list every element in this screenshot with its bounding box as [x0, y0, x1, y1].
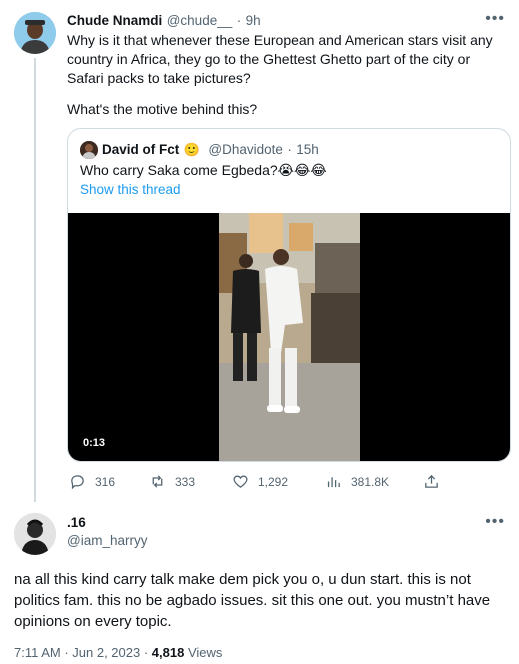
- retweet-button[interactable]: 333: [149, 473, 195, 490]
- quoted-author-handle: @Dhavidote: [208, 142, 283, 157]
- main-tweet-text: Why is it that whenever these European a…: [67, 32, 493, 86]
- reply-count: 316: [95, 474, 116, 489]
- quoted-tweet-card[interactable]: David of Fct 🙂 @Dhavidote · 15h Who carr…: [67, 128, 511, 462]
- main-tweet-time[interactable]: 9h: [246, 13, 261, 28]
- reply-views-label: Views: [187, 645, 223, 660]
- main-author-handle[interactable]: @chude__: [167, 13, 233, 28]
- video-player[interactable]: 0:13: [68, 213, 510, 461]
- heart-icon: [233, 475, 248, 488]
- reply-tweet-text: na all this kind carry talk make dem pic…: [14, 571, 491, 630]
- reply-avatar-image: [14, 513, 56, 555]
- reply-author-handle[interactable]: @iam_harryy: [67, 533, 147, 548]
- quoted-tweet-time: 15h: [296, 142, 319, 157]
- quoted-author-name: David of Fct: [102, 142, 180, 157]
- quoted-author-emoji: 🙂: [183, 142, 200, 157]
- reply-meta: 7:11 AM · Jun 2, 2023 · 4,818 Views: [14, 645, 222, 660]
- share-button[interactable]: [423, 473, 440, 490]
- show-thread-link[interactable]: Show this thread: [80, 182, 181, 197]
- retweet-count: 333: [175, 474, 196, 489]
- reply-header: .16 @iam_harryy: [67, 515, 147, 548]
- views-count: 381.8K: [351, 474, 390, 489]
- david-avatar: [80, 141, 98, 159]
- reply-author-avatar[interactable]: [14, 513, 56, 555]
- reply-more-button[interactable]: •••: [485, 514, 505, 530]
- more-dots-icon: •••: [485, 513, 505, 530]
- chude-avatar[interactable]: [14, 12, 56, 54]
- david-avatar-image: [80, 141, 98, 159]
- more-dots-icon: •••: [485, 10, 505, 27]
- like-button[interactable]: 1,292: [232, 473, 288, 490]
- main-tweet-header: Chude Nnamdi @chude__ · 9h: [67, 12, 261, 30]
- main-author-name[interactable]: Chude Nnamdi: [67, 13, 162, 28]
- like-count: 1,292: [258, 474, 289, 489]
- share-icon: [425, 474, 438, 488]
- views-button[interactable]: 381.8K: [325, 473, 389, 490]
- video-frame: [219, 213, 360, 461]
- reply-views-count: 4,818: [151, 645, 185, 660]
- header-separator: ·: [236, 13, 242, 28]
- quoted-separator: ·: [287, 142, 292, 157]
- quoted-tweet-text: Who carry Saka come Egbeda?😭😂😂: [80, 162, 327, 178]
- analytics-icon: [327, 477, 340, 488]
- retweet-icon: [152, 475, 163, 488]
- video-duration: 0:13: [78, 435, 111, 451]
- chude-avatar-image: [14, 12, 56, 54]
- main-more-button[interactable]: •••: [485, 11, 505, 27]
- quoted-header: David of Fct 🙂 @Dhavidote · 15h: [102, 141, 319, 159]
- reply-button[interactable]: 316: [69, 473, 115, 490]
- thread-line: [34, 58, 36, 502]
- reply-timestamp[interactable]: 7:11 AM · Jun 2, 2023 ·: [14, 645, 148, 660]
- reply-icon: [71, 475, 84, 490]
- reply-author-name[interactable]: .16: [67, 515, 147, 530]
- main-tweet-text-2: What's the motive behind this?: [67, 101, 258, 117]
